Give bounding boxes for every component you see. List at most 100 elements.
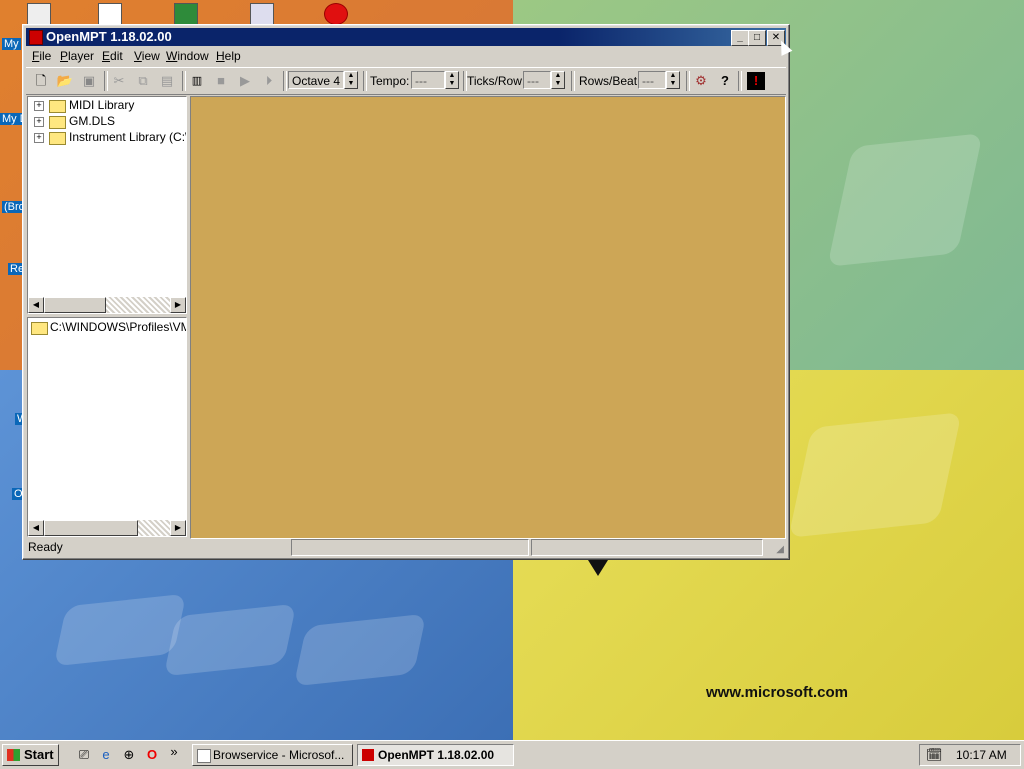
desktop-icon-label[interactable]: My	[2, 38, 21, 50]
menu-accel: E	[102, 49, 111, 63]
folder-icon	[49, 100, 66, 113]
folder-icon	[31, 322, 48, 335]
wallpaper-arrow-shape	[588, 560, 608, 576]
internet-explorer-icon[interactable]: e	[98, 747, 114, 763]
copy-icon[interactable]: ⧉	[134, 72, 152, 90]
status-panel	[291, 539, 529, 556]
window-title: OpenMPT 1.18.02.00	[46, 29, 172, 44]
menu-accel: H	[216, 49, 225, 63]
tree-item[interactable]: C:\WINDOWS\Profiles\VM4	[28, 320, 186, 336]
midi-icon[interactable]: ▥	[188, 72, 206, 90]
scroll-right-icon[interactable]: ▶	[170, 297, 186, 313]
opera-quicklaunch-icon[interactable]: O	[144, 747, 160, 763]
scroll-left-icon[interactable]: ◀	[28, 520, 44, 536]
minimize-button[interactable]: _	[731, 30, 749, 46]
openmpt-window: OpenMPT 1.18.02.00 _ □ ✕ File Player Edi…	[22, 24, 790, 560]
tempo-spinner[interactable]: ▲ ▼	[445, 71, 459, 89]
menu-view[interactable]: View	[134, 49, 160, 63]
menu-label: elp	[224, 49, 241, 63]
ticks-per-row-label: Ticks/Row:	[467, 74, 526, 88]
scheduler-tray-icon[interactable]: 🗓	[926, 747, 943, 763]
tempo-field[interactable]: ---	[411, 71, 445, 89]
tree-item-label: GM.DLS	[69, 114, 116, 128]
tree-item[interactable]: + GM.DLS	[28, 114, 186, 130]
menu-help[interactable]: Help	[216, 49, 241, 63]
scroll-thumb[interactable]	[44, 297, 106, 313]
expand-icon[interactable]: +	[34, 133, 44, 143]
tree-item-label: MIDI Library	[69, 98, 135, 112]
taskbar-button-browservice[interactable]: Browservice - Microsof...	[192, 744, 353, 766]
status-bar: Ready ◢	[26, 538, 786, 556]
excel-icon[interactable]	[174, 3, 198, 25]
open-folder-icon[interactable]: 📂	[56, 72, 74, 90]
tree-item[interactable]: + MIDI Library	[28, 98, 186, 114]
rows-per-beat-field[interactable]: ---	[638, 71, 666, 89]
system-tray: 🗓 10:17 AM	[919, 744, 1021, 766]
menu-label: ile	[39, 49, 52, 63]
folder-tree[interactable]: C:\WINDOWS\Profiles\VM4 ◀ ▶	[27, 317, 187, 537]
resize-grip-icon[interactable]: ◢	[776, 544, 784, 555]
menu-edit[interactable]: Edit	[102, 49, 123, 63]
outlook-express-icon[interactable]	[98, 3, 122, 25]
status-panel	[531, 539, 763, 556]
tree-item[interactable]: + Instrument Library (C:\W	[28, 130, 186, 146]
play-pattern-icon[interactable]: ⏵	[260, 72, 278, 90]
stop-icon[interactable]: ■	[212, 72, 230, 90]
tree-item-label: C:\WINDOWS\Profiles\VM4	[50, 320, 186, 334]
menu-label: indow	[177, 49, 209, 63]
clock[interactable]: 10:17 AM	[956, 748, 1007, 762]
maximize-button[interactable]: □	[748, 30, 766, 46]
play-icon[interactable]: ▶	[236, 72, 254, 90]
octave-field[interactable]: Octave 4	[288, 71, 344, 89]
menu-player[interactable]: Player	[60, 49, 94, 63]
windows-logo-icon	[7, 749, 20, 761]
menu-label: dit	[110, 49, 123, 63]
menu-label: iew	[141, 49, 160, 63]
save-icon[interactable]: ▣	[80, 72, 98, 90]
opera-icon[interactable]	[324, 3, 348, 25]
my-computer-icon[interactable]	[27, 3, 51, 25]
octave-spinner[interactable]: ▲ ▼	[344, 71, 358, 89]
tempo-label: Tempo:	[370, 74, 410, 88]
rows-per-beat-label: Rows/Beat:	[579, 74, 641, 88]
scheduler-icon[interactable]	[250, 3, 274, 25]
tree-item-label: Instrument Library (C:\W	[69, 130, 186, 144]
openmpt-app-icon	[362, 749, 374, 761]
ticks-per-row-spinner[interactable]: ▲ ▼	[551, 71, 565, 89]
toolbar-separator	[104, 71, 108, 91]
scroll-left-icon[interactable]: ◀	[28, 297, 44, 313]
show-desktop-icon[interactable]: ⎚	[76, 747, 92, 763]
status-text: Ready	[28, 540, 63, 554]
menu-label: layer	[68, 49, 95, 63]
menu-accel: W	[166, 49, 178, 63]
main-toolbar: 🗋 📂 ▣ ✂ ⧉ ▤ ▥ ■ ▶ ⏵ Octave 4 ▲ ▼ Tempo: -…	[26, 67, 786, 95]
scroll-thumb[interactable]	[44, 520, 138, 536]
openmpt-app-icon[interactable]	[29, 30, 43, 45]
horizontal-scrollbar[interactable]: ◀ ▶	[28, 297, 186, 313]
library-tree[interactable]: + MIDI Library + GM.DLS + Instrument Lib…	[27, 96, 187, 314]
toolbar-separator	[363, 71, 367, 91]
rows-per-beat-spinner[interactable]: ▲ ▼	[666, 71, 680, 89]
paste-icon[interactable]: ▤	[158, 72, 176, 90]
taskbar: Start ⎚ e ⊕ O » Browservice - Microsof..…	[0, 740, 1024, 769]
help-icon[interactable]: ?	[716, 72, 734, 90]
menu-window[interactable]: Window	[166, 49, 209, 63]
alert-icon[interactable]: !	[747, 72, 765, 90]
new-file-icon[interactable]: 🗋	[32, 72, 50, 90]
scroll-right-icon[interactable]: ▶	[170, 520, 186, 536]
menu-file[interactable]: File	[32, 49, 51, 63]
task-label: OpenMPT 1.18.02.00	[378, 748, 495, 762]
quicklaunch-chevron[interactable]: »	[166, 744, 182, 760]
expand-icon[interactable]: +	[34, 101, 44, 111]
start-button[interactable]: Start	[2, 744, 59, 766]
title-bar[interactable]: OpenMPT 1.18.02.00 _ □ ✕	[26, 28, 786, 46]
horizontal-scrollbar[interactable]: ◀ ▶	[28, 520, 186, 536]
settings-icon[interactable]: ⚙	[692, 72, 710, 90]
ticks-per-row-field[interactable]: ---	[523, 71, 551, 89]
toolbar-separator	[182, 71, 186, 91]
expand-icon[interactable]: +	[34, 117, 44, 127]
mdi-workspace[interactable]	[190, 96, 786, 539]
channels-icon[interactable]: ⊕	[121, 747, 137, 763]
cut-icon[interactable]: ✂	[110, 72, 128, 90]
taskbar-button-openmpt[interactable]: OpenMPT 1.18.02.00	[357, 744, 514, 766]
